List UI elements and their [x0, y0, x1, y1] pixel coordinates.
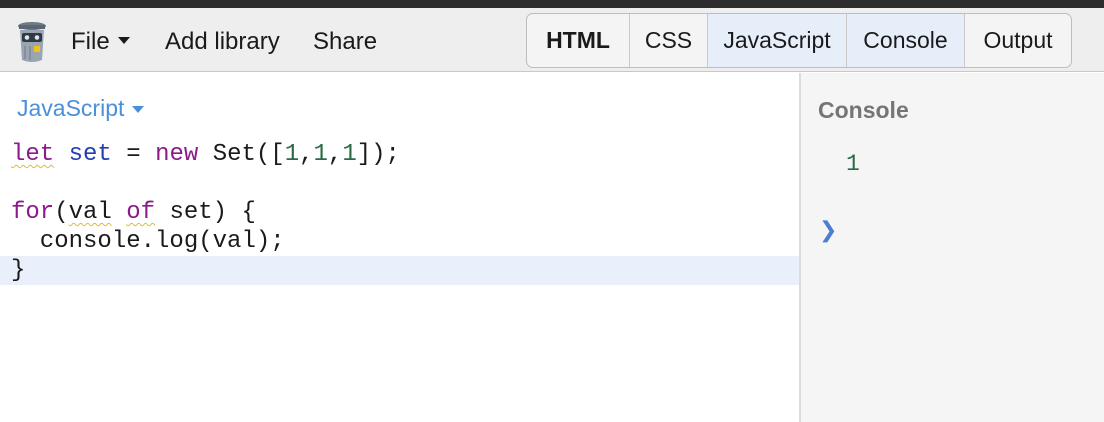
language-selector[interactable]: JavaScript — [17, 95, 145, 122]
code-line-1: let set = new Set([1,1,1]); — [0, 140, 800, 169]
code-line-4: console.log(val); — [11, 228, 285, 255]
code-line-3: for(val of set) { — [0, 198, 800, 227]
code-token: of — [126, 199, 156, 226]
tab-output[interactable]: Output — [965, 14, 1071, 67]
trash-can-robot-icon[interactable] — [14, 20, 50, 64]
code-token: , — [327, 141, 343, 168]
language-label: JavaScript — [17, 95, 125, 121]
code-token: new — [155, 141, 199, 168]
add-library-button[interactable]: Add library — [165, 26, 280, 58]
code-token: ( — [54, 199, 69, 226]
chevron-down-icon — [117, 37, 130, 45]
console-panel: Console 1 ❯ — [801, 73, 1104, 422]
code-token: val — [68, 199, 112, 226]
toolbar: File Add library Share HTML CSS JavaScri… — [0, 8, 1104, 72]
code-token: let — [11, 141, 55, 168]
code-token: 1 — [313, 141, 328, 168]
tab-html[interactable]: HTML — [527, 14, 630, 67]
code-token: ]); — [356, 141, 400, 168]
file-menu-label: File — [71, 28, 110, 55]
tab-css[interactable]: CSS — [630, 14, 708, 67]
console-title: Console — [818, 97, 909, 123]
code-token: 1 — [342, 141, 357, 168]
chevron-down-icon — [132, 106, 145, 113]
share-button[interactable]: Share — [313, 26, 377, 58]
panel-tabs: HTML CSS JavaScript Console Output — [526, 13, 1072, 68]
code-editor[interactable]: let set = new Set([1,1,1]); for(val of s… — [0, 140, 800, 285]
code-token: for — [11, 199, 55, 226]
console-prompt-icon[interactable]: ❯ — [819, 217, 837, 243]
code-token: set) { — [169, 199, 256, 226]
window-top-strip — [0, 0, 1104, 8]
file-menu[interactable]: File — [71, 26, 130, 58]
console-output-line: 1 — [846, 151, 860, 177]
code-token: set — [68, 141, 112, 168]
tab-console[interactable]: Console — [847, 14, 965, 67]
javascript-editor-panel: JavaScript let set = new Set([1,1,1]); f… — [0, 73, 800, 422]
tab-javascript[interactable]: JavaScript — [708, 14, 847, 67]
code-token: = — [126, 141, 141, 168]
code-line-5: } — [0, 256, 800, 285]
code-token: 1 — [284, 141, 300, 168]
code-token: Set([ — [212, 141, 285, 168]
code-token: , — [299, 141, 314, 168]
